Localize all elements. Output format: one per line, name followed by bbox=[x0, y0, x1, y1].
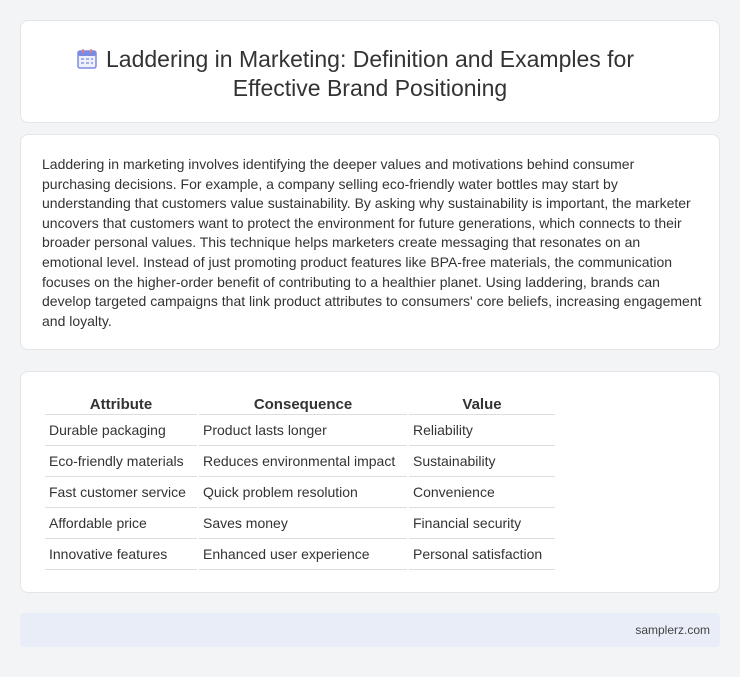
cell-consequence: Reduces environmental impact bbox=[199, 446, 407, 477]
cell-value: Sustainability bbox=[409, 446, 555, 477]
cell-consequence: Enhanced user experience bbox=[199, 539, 407, 570]
description-card: Laddering in marketing involves identify… bbox=[20, 134, 720, 350]
cell-attribute: Affordable price bbox=[45, 508, 197, 539]
page-title: Laddering in Marketing: Definition and E… bbox=[21, 45, 719, 103]
table-row: Affordable price Saves money Financial s… bbox=[45, 508, 555, 539]
title-card: Laddering in Marketing: Definition and E… bbox=[20, 20, 720, 123]
header-value: Value bbox=[409, 392, 555, 415]
table-card: Attribute Consequence Value Durable pack… bbox=[20, 371, 720, 593]
cell-consequence: Saves money bbox=[199, 508, 407, 539]
description-text: Laddering in marketing involves identify… bbox=[42, 156, 702, 329]
table-header-row: Attribute Consequence Value bbox=[45, 392, 555, 415]
page-title-line-1: Laddering in Marketing: Definition and E… bbox=[105, 46, 634, 72]
table-row: Durable packaging Product lasts longer R… bbox=[45, 415, 555, 446]
footer: samplerz.com bbox=[20, 613, 720, 647]
cell-attribute: Durable packaging bbox=[45, 415, 197, 446]
cell-value: Reliability bbox=[409, 415, 555, 446]
cell-consequence: Product lasts longer bbox=[199, 415, 407, 446]
cell-attribute: Eco-friendly materials bbox=[45, 446, 197, 477]
cell-attribute: Fast customer service bbox=[45, 477, 197, 508]
cell-value: Financial security bbox=[409, 508, 555, 539]
page-title-line-2: Effective Brand Positioning bbox=[232, 75, 508, 101]
cell-attribute: Innovative features bbox=[45, 539, 197, 570]
table-row: Eco-friendly materials Reduces environme… bbox=[45, 446, 555, 477]
table-row: Fast customer service Quick problem reso… bbox=[45, 477, 555, 508]
laddering-table: Attribute Consequence Value Durable pack… bbox=[43, 392, 557, 570]
header-consequence: Consequence bbox=[199, 392, 407, 415]
cell-value: Personal satisfaction bbox=[409, 539, 555, 570]
cell-value: Convenience bbox=[409, 477, 555, 508]
footer-site-link[interactable]: samplerz.com bbox=[635, 623, 710, 637]
cell-consequence: Quick problem resolution bbox=[199, 477, 407, 508]
table-row: Innovative features Enhanced user experi… bbox=[45, 539, 555, 570]
header-attribute: Attribute bbox=[45, 392, 197, 415]
